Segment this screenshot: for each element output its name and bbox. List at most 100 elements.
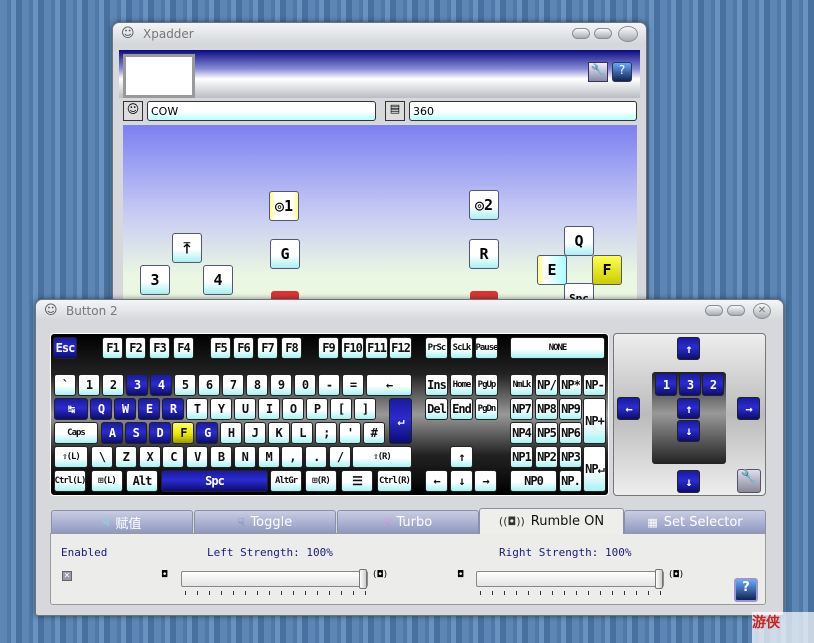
controller-select-icon[interactable]: ☺ [123,101,143,121]
key-l[interactable]: L [291,422,314,444]
key-np9[interactable]: NP9 [559,398,582,420]
key--r-[interactable]: ⊞(R) [305,470,337,492]
key--l-[interactable]: ⇧(L) [54,446,88,468]
key-esc[interactable]: Esc [53,337,77,359]
mouse-button-2[interactable]: 2 [702,373,724,396]
key-s[interactable]: S [124,422,147,444]
key-8[interactable]: 8 [246,374,268,396]
key-c[interactable]: C [162,446,185,468]
key-x[interactable]: X [138,446,161,468]
key-pgup[interactable]: PgUp [475,374,498,396]
tab-grid[interactable]: ▦ Set Selector [624,510,766,533]
key-f8[interactable]: F8 [281,337,302,359]
mouse-wheel-down-button[interactable]: ↓ [677,420,700,442]
key-np-[interactable]: NP↵ [583,446,606,492]
key-z[interactable]: Z [114,446,137,468]
key-1[interactable]: 1 [78,374,100,396]
key-o[interactable]: O [282,398,304,420]
maximize-button[interactable] [727,305,745,316]
tab-hand-blue[interactable]: ☟ Toggle [194,510,336,533]
minimize-button[interactable] [572,28,590,39]
profile-name-field[interactable]: COW [147,101,376,121]
close-button[interactable]: ✕ [753,303,771,319]
key-h[interactable]: H [220,422,242,444]
mouse-down-button[interactable]: ↓ [677,470,700,493]
key--[interactable]: [ [330,398,352,420]
key-prsc[interactable]: PrSc [425,337,448,359]
key-end[interactable]: End [450,398,473,420]
key-np3[interactable]: NP3 [559,446,582,468]
key--[interactable]: - [318,374,340,396]
key-nmlk[interactable]: NmLk [510,374,533,396]
key-f11[interactable]: F11 [365,337,388,359]
key-3[interactable]: 3 [126,374,148,396]
key-np5[interactable]: NP5 [535,422,558,444]
key--[interactable]: ↵ [389,398,412,444]
key--[interactable]: / [329,446,351,468]
key-np8[interactable]: NP8 [535,398,558,420]
key-p[interactable]: P [306,398,328,420]
key--[interactable]: \ [91,446,113,468]
pad-button-q[interactable]: Q [564,226,594,256]
left-strength-slider[interactable] [181,569,368,589]
key-r[interactable]: R [162,398,184,420]
key-j[interactable]: J [243,422,266,444]
key-f7[interactable]: F7 [257,337,278,359]
key--[interactable]: ↓ [450,470,473,492]
key--[interactable]: ↑ [450,446,473,468]
key-f2[interactable]: F2 [125,337,146,359]
pad-button-e[interactable]: E [537,255,567,285]
key--[interactable]: ← [425,470,448,492]
key--[interactable]: → [474,470,497,492]
key-2[interactable]: 2 [102,374,124,396]
pad-button-wheel-up[interactable]: ⤒ [172,233,202,263]
key--r-[interactable]: ⇧(R) [352,446,412,468]
key--[interactable]: ☰ [341,470,373,492]
key-ins[interactable]: Ins [425,374,448,396]
key-np2[interactable]: NP2 [535,446,558,468]
slider-thumb[interactable] [359,569,367,589]
key--[interactable]: ' [339,422,361,444]
key-np-[interactable]: NP/ [535,374,558,396]
mouse-up-button[interactable]: ↑ [677,337,700,360]
key-sclk[interactable]: ScLk [450,337,473,359]
pad-button-4[interactable]: 4 [203,265,233,295]
key-f5[interactable]: F5 [210,337,231,359]
pad-button-r[interactable]: R [469,239,499,269]
controller-slot[interactable] [123,54,195,98]
pad-button-g[interactable]: G [270,239,300,269]
layout-icon[interactable]: ▤ [385,101,405,121]
key-f6[interactable]: F6 [233,337,254,359]
key--[interactable]: ← [366,374,412,396]
enabled-checkbox[interactable]: ✕ [62,571,72,581]
mouse-wheel-up-button[interactable]: ↑ [677,398,700,419]
key-f12[interactable]: F12 [389,337,412,359]
key-f[interactable]: F [172,422,195,444]
key-np1[interactable]: NP1 [510,446,533,468]
maximize-button[interactable] [594,28,612,39]
key-f3[interactable]: F3 [149,337,170,359]
close-button[interactable] [618,26,638,42]
right-strength-slider[interactable] [476,569,664,589]
key-6[interactable]: 6 [198,374,220,396]
key-altgr[interactable]: AltGr [270,470,302,492]
key-f9[interactable]: F9 [318,337,339,359]
key-np-[interactable]: NP- [583,374,606,396]
pad-button-3[interactable]: 3 [140,265,170,295]
slider-thumb[interactable] [655,569,663,589]
key-b[interactable]: B [210,446,232,468]
pad-button-f[interactable]: F [592,255,622,285]
tab-rumble[interactable]: ((◘)) Rumble ON [479,508,624,534]
key-n[interactable]: N [233,446,256,468]
key-alt[interactable]: Alt [126,470,158,492]
key-np0[interactable]: NP0 [510,470,557,492]
mouse-button-3[interactable]: 3 [679,373,701,396]
key--[interactable]: ; [315,422,338,444]
key-np6[interactable]: NP6 [559,422,582,444]
pad-button-mouse2[interactable]: ◎2 [469,190,499,220]
key-y[interactable]: Y [210,398,232,420]
key-np-[interactable]: NP+ [583,398,606,444]
key-7[interactable]: 7 [222,374,244,396]
key--[interactable]: # [362,422,385,444]
tab-hand-cyan[interactable]: ☟ 赋值 [51,510,193,533]
